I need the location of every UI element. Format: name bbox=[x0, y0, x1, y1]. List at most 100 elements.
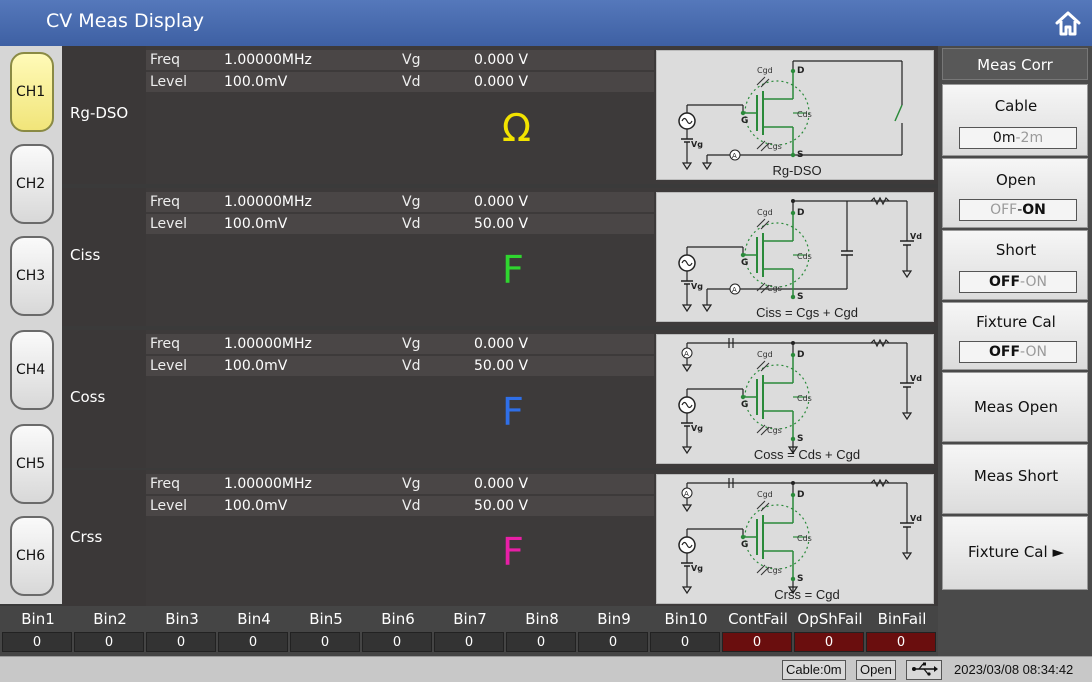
vg-label: Vg bbox=[691, 424, 703, 433]
drain-label: D bbox=[797, 490, 804, 500]
meas-short-button[interactable]: Meas Short bbox=[942, 444, 1088, 514]
channel-label: CH4 bbox=[16, 362, 46, 378]
channel-button-ch1[interactable]: CH1 bbox=[10, 52, 54, 132]
fixture-cal-label: Fixture Cal bbox=[976, 313, 1056, 331]
title-bar: CV Meas Display bbox=[0, 0, 1092, 46]
freq-value: 1.00000MHz bbox=[208, 334, 398, 354]
panel-name-cell: Crss bbox=[62, 470, 146, 608]
meas-open-button[interactable]: Meas Open bbox=[942, 372, 1088, 442]
level-label: Level bbox=[146, 496, 208, 516]
drain-label: D bbox=[797, 350, 804, 360]
cable-label: Cable bbox=[994, 97, 1038, 115]
ammeter-icon: A bbox=[732, 286, 737, 294]
cgs-label: Cgs bbox=[767, 284, 782, 293]
diagram-caption: Ciss = Cgs + Cgd bbox=[756, 305, 858, 320]
vg-value: 0.000 V bbox=[460, 192, 654, 212]
level-label: Level bbox=[146, 214, 208, 234]
level-value: 100.0mV bbox=[208, 356, 398, 376]
open-button[interactable]: Open OFF-ON bbox=[942, 158, 1088, 228]
toggle-unselected: OFF bbox=[990, 202, 1018, 218]
diagram-caption: Coss = Cds + Cgd bbox=[754, 447, 860, 462]
bin-count: 0 bbox=[506, 632, 576, 652]
vg-value: 0.000 V bbox=[460, 474, 654, 494]
bin-name: Bin5 bbox=[309, 610, 343, 628]
freq-value: 1.00000MHz bbox=[208, 50, 398, 70]
bin-name: Bin7 bbox=[453, 610, 487, 628]
bin-bin5: Bin5 0 bbox=[290, 606, 362, 656]
bin-count: 0 bbox=[2, 632, 72, 652]
vg-label: Vg bbox=[691, 564, 703, 573]
channel-label: CH6 bbox=[16, 548, 46, 564]
vd-label: Vd bbox=[910, 514, 922, 523]
source-label: S bbox=[797, 574, 803, 584]
freq-label: Freq bbox=[146, 50, 208, 70]
bin-count: 0 bbox=[794, 632, 864, 652]
channel-button-ch6[interactable]: CH6 bbox=[10, 516, 54, 596]
app-window: CV Meas Display CH1 CH2 CH3 CH4 CH5 CH6 … bbox=[0, 0, 1092, 682]
bin-bin2: Bin2 0 bbox=[74, 606, 146, 656]
bin-count: 0 bbox=[290, 632, 360, 652]
right-arrow-icon: ► bbox=[1052, 543, 1064, 561]
fixture-cal-toggle-button[interactable]: Fixture Cal OFF-ON bbox=[942, 302, 1088, 370]
drain-label: D bbox=[797, 66, 804, 76]
source-label: S bbox=[797, 292, 803, 302]
vg-label: Vg bbox=[398, 50, 460, 70]
channel-button-ch3[interactable]: CH3 bbox=[10, 236, 54, 316]
meas-short-label: Meas Short bbox=[973, 467, 1059, 485]
channel-label: CH2 bbox=[16, 176, 46, 192]
gate-label: G bbox=[741, 116, 748, 126]
usb-icon bbox=[906, 660, 942, 680]
bin-bin9: Bin9 0 bbox=[578, 606, 650, 656]
panel-rg-dso: Rg-DSO Freq 1.00000MHz Level 100.0mV Vg … bbox=[62, 46, 938, 184]
bin-name: OpShFail bbox=[797, 610, 863, 628]
vg-label: Vg bbox=[398, 334, 460, 354]
panel-name-cell: Rg-DSO bbox=[62, 46, 146, 184]
cgd-label: Cgd bbox=[757, 350, 773, 359]
cds-label: Cds bbox=[797, 534, 812, 543]
bin-bin1: Bin1 0 bbox=[2, 606, 74, 656]
cable-toggle: 0m-2m bbox=[959, 127, 1077, 149]
datetime: 2023/03/08 08:34:42 bbox=[954, 662, 1074, 677]
panel-name-cell: Coss bbox=[62, 330, 146, 468]
fixture-cal-sub-label: Fixture Cal ► bbox=[943, 543, 1089, 561]
channel-label: CH3 bbox=[16, 268, 46, 284]
bin-name: BinFail bbox=[877, 610, 927, 628]
channel-column: CH1 CH2 CH3 CH4 CH5 CH6 bbox=[0, 46, 62, 604]
circuit-diagram: Vd A Vg bbox=[678, 478, 922, 602]
bin-contfail: ContFail 0 bbox=[722, 606, 794, 656]
measurement-unit: F bbox=[502, 530, 524, 574]
level-label: Level bbox=[146, 356, 208, 376]
freq-label: Freq bbox=[146, 334, 208, 354]
bin-count: 0 bbox=[74, 632, 144, 652]
ammeter-icon: A bbox=[684, 350, 689, 358]
channel-button-ch2[interactable]: CH2 bbox=[10, 144, 54, 224]
cable-button[interactable]: Cable 0m-2m bbox=[942, 84, 1088, 156]
level-label: Level bbox=[146, 72, 208, 92]
short-button[interactable]: Short OFF-ON bbox=[942, 230, 1088, 300]
vd-value: 50.00 V bbox=[460, 214, 654, 234]
channel-label: CH5 bbox=[16, 456, 46, 472]
fixture-cal-submenu-button[interactable]: Fixture Cal ► bbox=[942, 516, 1088, 590]
toggle-selected: OFF bbox=[989, 274, 1021, 290]
diagram-caption: Crss = Cgd bbox=[774, 587, 839, 602]
gate-label: G bbox=[741, 258, 748, 268]
channel-button-ch5[interactable]: CH5 bbox=[10, 424, 54, 504]
panel-crss: Crss Freq 1.00000MHz Level 100.0mV Vg 0.… bbox=[62, 470, 938, 608]
bin-name: Bin6 bbox=[381, 610, 415, 628]
meas-open-label: Meas Open bbox=[973, 398, 1058, 416]
page-title: CV Meas Display bbox=[46, 10, 205, 32]
vg-label: Vg bbox=[398, 192, 460, 212]
circuit-diagram: Vd A Vg bbox=[678, 196, 922, 320]
status-bar: Cable:0m Open 2023/03/08 08:34:42 bbox=[0, 656, 1092, 682]
bin-name: Bin3 bbox=[165, 610, 199, 628]
vg-value: 0.000 V bbox=[460, 334, 654, 354]
vd-value: 50.00 V bbox=[460, 356, 654, 376]
bin-opshfail: OpShFail 0 bbox=[794, 606, 866, 656]
freq-value: 1.00000MHz bbox=[208, 192, 398, 212]
cgd-label: Cgd bbox=[757, 490, 773, 499]
bin-count: 0 bbox=[866, 632, 936, 652]
home-icon[interactable] bbox=[1053, 8, 1083, 38]
channel-button-ch4[interactable]: CH4 bbox=[10, 330, 54, 410]
open-toggle: OFF-ON bbox=[959, 199, 1077, 221]
panel-name: Ciss bbox=[70, 246, 101, 264]
